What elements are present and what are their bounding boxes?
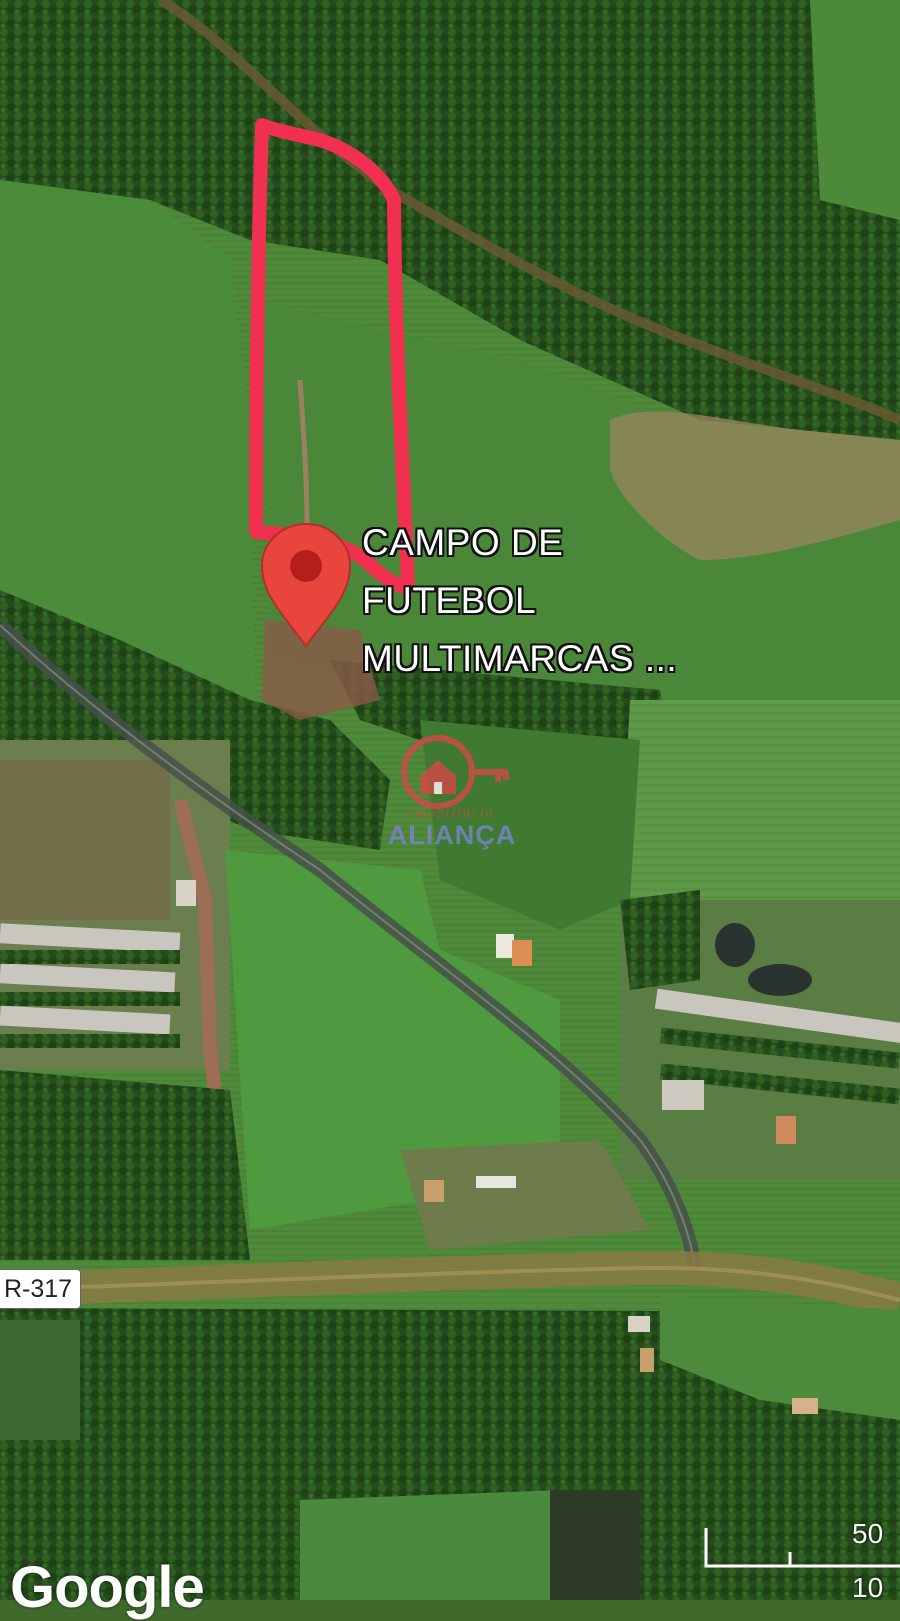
- road-shield: R-317: [0, 1269, 82, 1309]
- building: [496, 934, 514, 958]
- poi-label-line: CAMPO DE: [362, 522, 564, 563]
- field-south: [0, 1320, 80, 1440]
- scale-label-top: 50: [852, 1518, 884, 1549]
- building: [176, 880, 196, 906]
- poi-label-line: MULTIMARCAS ...: [362, 638, 678, 679]
- red-ground-west: [0, 760, 170, 920]
- scale-label-bottom: 10: [852, 1572, 884, 1603]
- field-top-right: [810, 0, 900, 220]
- building: [792, 1398, 818, 1414]
- poi-label-line: FUTEBOL: [362, 580, 537, 621]
- pond: [715, 923, 755, 967]
- forest-southwest: [0, 1070, 250, 1260]
- building: [776, 1116, 796, 1144]
- building: [662, 1080, 704, 1110]
- building: [640, 1348, 654, 1372]
- poi-label[interactable]: CAMPO DE FUTEBOL MULTIMARCAS ...: [362, 514, 677, 688]
- field-south-bottom: [300, 1490, 580, 1600]
- building: [628, 1316, 650, 1332]
- dark-plot: [550, 1490, 640, 1600]
- tree-row: [0, 992, 180, 1006]
- building: [424, 1180, 444, 1202]
- building: [512, 940, 532, 966]
- tree-row: [0, 950, 180, 964]
- pond: [748, 964, 812, 996]
- watermark: imobiliária ALIANÇA: [372, 736, 532, 856]
- forest-east: [620, 890, 700, 990]
- tree-row: [0, 1034, 180, 1048]
- watermark-name: ALIANÇA: [387, 820, 517, 850]
- building: [476, 1176, 516, 1188]
- google-attribution: Google: [10, 1555, 205, 1620]
